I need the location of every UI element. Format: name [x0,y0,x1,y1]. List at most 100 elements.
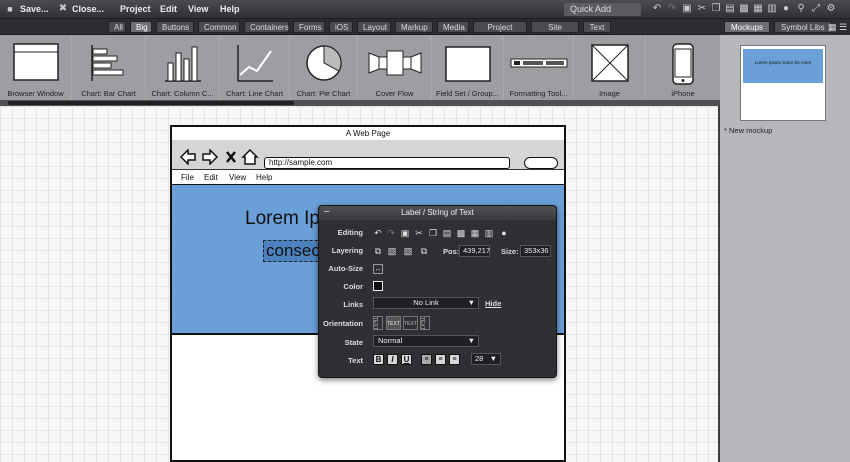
mockup-menu-file: File [181,173,194,182]
tab-site-assets[interactable]: Site Assets [531,21,579,44]
list-view-icon[interactable]: ☰ [839,22,847,33]
autosize-icon[interactable]: ↔ [373,264,383,274]
cut-icon[interactable]: ✂ [697,4,707,14]
mockup-headline[interactable]: Lorem Ip [245,208,320,230]
ungroup-icon[interactable]: ▥ [484,228,494,238]
lib-field-set[interactable]: Field Set / Group... [432,35,504,101]
delete-icon[interactable]: ▩ [456,228,466,238]
property-inspector: – Label / String of Text Editing ↶ ↷ ▣ ✂ … [318,205,557,378]
copy-icon[interactable]: ❐ [428,228,438,238]
menu-project[interactable]: Project [120,0,151,19]
right-panel: Mockups Symbol Libs ▦ ☰ Lorem Ipsum Dolo… [720,19,850,462]
send-backward-icon[interactable]: ▧ [403,246,413,256]
scroll-thumb[interactable] [8,101,294,105]
tab-markup[interactable]: Markup [395,21,433,33]
paste-icon[interactable]: ▤ [442,228,452,238]
underline-button[interactable]: U [401,354,412,365]
bring-forward-icon[interactable]: ▧ [387,246,397,256]
browser-window-icon [12,43,59,81]
cut-icon[interactable]: ✂ [414,228,424,238]
tab-big[interactable]: Big [130,21,152,33]
mockup-selected-text[interactable]: consec [263,240,323,262]
state-dropdown[interactable]: Normal ▼ [373,335,479,347]
menu-help[interactable]: Help [220,0,240,19]
lib-pie-chart[interactable]: Chart: Pie Chart [290,35,358,101]
send-to-back-icon[interactable]: ⧉ [419,246,429,256]
hide-link[interactable]: Hide [485,299,501,308]
tab-all[interactable]: All [108,21,126,33]
tab-containers[interactable]: Containers [244,21,289,33]
tab-mockups[interactable]: Mockups [724,21,771,33]
image-icon [590,44,629,82]
lib-browser-window[interactable]: Browser Window [0,35,72,101]
size-field[interactable]: 353x36 [520,245,551,257]
lib-bar-chart[interactable]: Chart: Bar Chart [72,35,146,101]
size-label: Size: [501,247,519,256]
redo-icon[interactable]: ↷ [386,228,396,238]
grid-view-icon[interactable]: ▦ [828,22,837,33]
pos-field[interactable]: 439,217 [459,245,490,257]
column-chart-icon [164,46,201,82]
lib-image[interactable]: Image [574,35,646,101]
lib-column-chart[interactable]: Chart: Column C... [146,35,220,101]
group-icon[interactable]: ▦ [753,4,763,14]
search-icon[interactable]: ⚲ [796,4,806,14]
align-left-button[interactable]: ≡ [421,354,432,365]
duplicate-icon[interactable]: ▣ [682,4,692,14]
tab-symbol-libs[interactable]: Symbol Libs [774,21,832,33]
menu-view[interactable]: View [188,0,208,19]
undo-icon[interactable]: ↶ [373,228,383,238]
bold-button[interactable]: B [373,354,384,365]
italic-button[interactable]: I [387,354,398,365]
tab-project-assets[interactable]: Project Assets [473,21,527,44]
tab-layout[interactable]: Layout [357,21,391,33]
lib-label: Image [599,89,620,98]
orientation-rotate-left[interactable]: TEXT [372,316,383,330]
tab-forms[interactable]: Forms [293,21,325,33]
save-button[interactable]: Save... [20,0,49,19]
lock-icon[interactable]: ● [781,4,791,14]
label-orientation: Orientation [322,319,363,328]
minimize-icon[interactable]: – [324,206,330,218]
lib-iphone[interactable]: iPhone [646,35,720,101]
mockup-thumbnail[interactable]: Lorem Ipsum Dolor Sit Amet [740,45,826,121]
orientation-horizontal[interactable]: TEXT [386,316,401,330]
links-dropdown[interactable]: No Link ▼ [373,297,479,309]
chevron-down-icon: ▼ [489,354,497,363]
undo-icon[interactable]: ↶ [652,4,662,14]
mockup-nav-bar: http://sample.com [172,140,564,170]
tab-text[interactable]: Text [583,21,611,33]
duplicate-icon[interactable]: ▣ [400,228,410,238]
lib-line-chart[interactable]: Chart: Line Chart [220,35,290,101]
label-links: Links [343,300,363,309]
align-right-button[interactable]: ≡ [449,354,460,365]
font-size-dropdown[interactable]: 28 ▼ [471,353,501,365]
group-icon[interactable]: ▦ [470,228,480,238]
delete-icon[interactable]: ▩ [739,4,749,14]
lock-icon[interactable]: ● [499,228,509,238]
fullscreen-icon[interactable]: ⤢ [811,4,821,14]
tab-media[interactable]: Media [437,21,469,33]
cover-flow-icon [368,50,421,76]
copy-icon[interactable]: ❐ [711,4,721,14]
redo-icon[interactable]: ↷ [667,4,677,14]
tab-buttons[interactable]: Buttons [156,21,194,33]
bring-to-front-icon[interactable]: ⧉ [373,246,383,256]
color-swatch[interactable] [373,281,383,291]
tab-ios[interactable]: iOS [329,21,353,33]
thumb-blue [743,49,823,83]
orientation-rotate-right[interactable]: TEXT [419,316,430,330]
paste-icon[interactable]: ▤ [725,4,735,14]
quick-add-input[interactable]: Quick Add [564,3,641,16]
tab-common[interactable]: Common [198,21,240,33]
menu-edit[interactable]: Edit [160,0,177,19]
close-button[interactable]: Close... [72,0,104,19]
lib-label: Cover Flow [375,89,414,98]
font-size-value: 28 [475,354,484,363]
settings-icon[interactable]: ⚙ [826,4,836,14]
new-mockup-label[interactable]: * New mockup [724,126,772,135]
ungroup-icon[interactable]: ▥ [767,4,777,14]
lib-cover-flow[interactable]: Cover Flow [358,35,432,101]
lib-formatting-toolbar[interactable]: Formatting Tool... [504,35,574,101]
align-center-button[interactable]: ≡ [435,354,446,365]
